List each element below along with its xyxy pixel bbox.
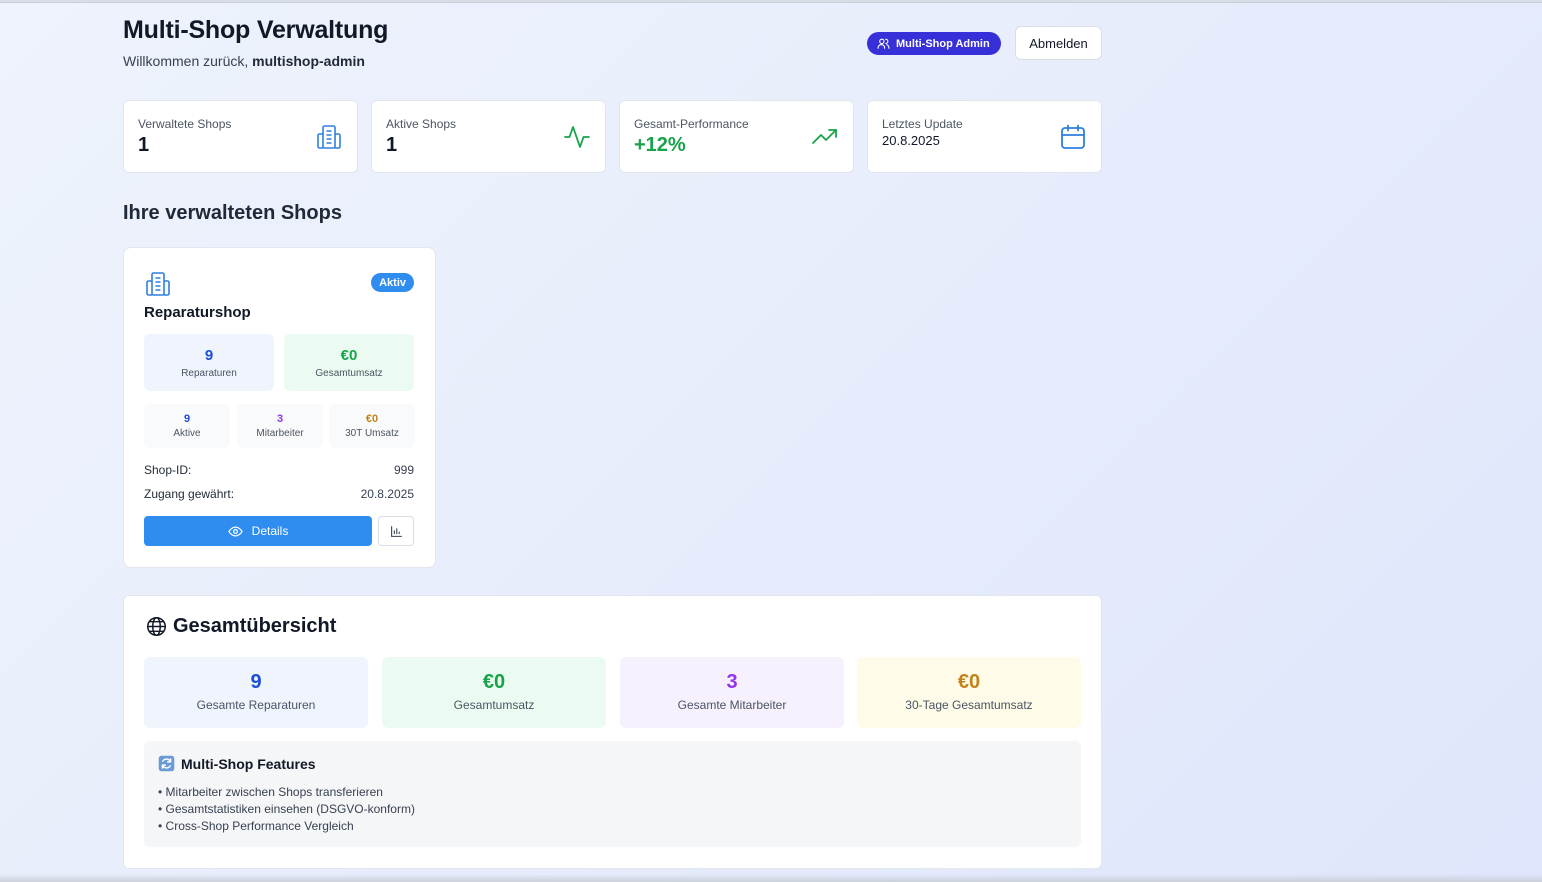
overview-title-text: Gesamtübersicht (173, 615, 337, 637)
total-repairs-box: 9 Gesamte Reparaturen (144, 657, 368, 728)
welcome-text: Willkommen zurück, multishop-admin (123, 53, 365, 69)
total-revenue-30d-value: €0 (957, 671, 981, 693)
eye-icon (227, 526, 243, 536)
revenue-30d-box: €0 30T Umsatz (329, 404, 415, 448)
stat-label: Verwaltete Shops (138, 117, 232, 131)
shop-id-value: 999 (393, 463, 414, 477)
stat-label: Gesamt-Performance (634, 117, 749, 131)
bottom-edge (0, 874, 1542, 882)
stat-card-last-update: Letztes Update 20.8.2025 (867, 100, 1102, 173)
stat-card-active-shops: Aktive Shops 1 (371, 100, 606, 173)
feature-item: • Gesamtstatistiken einsehen (DSGVO-konf… (158, 802, 415, 816)
revenue-box: €0 Gesamtumsatz (284, 334, 414, 391)
total-revenue-30d-label: 30-Tage Gesamtumsatz (905, 698, 1033, 712)
shop-name: Reparaturshop (144, 304, 251, 321)
stat-label: Aktive Shops (386, 117, 457, 131)
stat-label: Letztes Update (882, 117, 963, 131)
total-staff-value: 3 (726, 671, 738, 693)
features-title: Multi-Shop Features (158, 755, 316, 772)
role-badge: Multi-Shop Admin (867, 32, 1001, 55)
building-icon (146, 272, 170, 296)
bar-chart-icon (390, 525, 402, 537)
page-title: Multi-Shop Verwaltung (123, 16, 389, 44)
staff-label: Mitarbeiter (256, 428, 304, 439)
revenue-30d-value: €0 (365, 413, 379, 425)
page-header: Multi-Shop Verwaltung Willkommen zurück,… (123, 0, 1102, 100)
repairs-value: 9 (204, 347, 214, 364)
shop-id-label: Shop-ID: (144, 463, 192, 477)
stat-value: 1 (138, 134, 150, 156)
stats-row: Verwaltete Shops 1 Aktive Shops 1 Gesamt… (123, 100, 1102, 173)
overview-title: Gesamtübersicht (146, 615, 336, 638)
details-button[interactable]: Details (144, 516, 372, 546)
welcome-prefix: Willkommen zurück, (123, 53, 249, 69)
staff-box: 3 Mitarbeiter (237, 404, 323, 448)
active-box: 9 Aktive (144, 404, 230, 448)
active-label: Aktive (173, 428, 201, 439)
building-icon (317, 125, 341, 149)
staff-value: 3 (276, 413, 284, 425)
shop-card: Aktiv Reparaturshop 9 Reparaturen €0 Ges… (123, 247, 436, 568)
stat-value: 20.8.2025 (882, 133, 940, 148)
stat-card-managed-shops: Verwaltete Shops 1 (123, 100, 358, 173)
total-revenue-box: €0 Gesamtumsatz (382, 657, 606, 728)
total-repairs-value: 9 (250, 671, 262, 693)
stat-value: +12% (634, 134, 686, 156)
features-panel: Multi-Shop Features • Mitarbeiter zwisch… (144, 741, 1081, 847)
total-revenue-label: Gesamtumsatz (453, 698, 535, 712)
logout-button[interactable]: Abmelden (1015, 26, 1102, 60)
total-revenue-30d-box: €0 30-Tage Gesamtumsatz (857, 657, 1081, 728)
access-label: Zugang gewährt: (144, 487, 235, 501)
overview-panel: Gesamtübersicht 9 Gesamte Reparaturen €0… (123, 595, 1102, 869)
total-revenue-value: €0 (482, 671, 506, 693)
activity-icon (564, 126, 590, 148)
details-label: Details (251, 524, 289, 538)
active-value: 9 (183, 413, 191, 425)
feature-item: • Cross-Shop Performance Vergleich (158, 819, 354, 833)
section-title: Ihre verwalteten Shops (123, 202, 342, 224)
role-badge-label: Multi-Shop Admin (896, 37, 990, 50)
total-staff-label: Gesamte Mitarbeiter (677, 698, 787, 712)
username: multishop-admin (252, 53, 365, 69)
revenue-value: €0 (340, 347, 358, 364)
feature-item: • Mitarbeiter zwischen Shops transferier… (158, 785, 383, 799)
calendar-icon (1061, 124, 1085, 149)
stat-value: 1 (386, 134, 398, 156)
revenue-30d-label: 30T Umsatz (345, 428, 399, 439)
access-value: 20.8.2025 (360, 487, 414, 501)
stats-button[interactable] (378, 516, 414, 546)
repairs-label: Reparaturen (181, 368, 237, 379)
page-container: Multi-Shop Verwaltung Willkommen zurück,… (123, 0, 1102, 869)
stat-card-performance: Gesamt-Performance +12% (619, 100, 854, 173)
total-staff-box: 3 Gesamte Mitarbeiter (620, 657, 844, 728)
total-repairs-label: Gesamte Reparaturen (196, 698, 316, 712)
refresh-icon (158, 755, 175, 772)
features-title-text: Multi-Shop Features (181, 755, 316, 772)
status-badge: Aktiv (371, 273, 414, 292)
trending-up-icon (812, 129, 837, 144)
revenue-label: Gesamtumsatz (315, 368, 383, 379)
repairs-box: 9 Reparaturen (144, 334, 274, 391)
users-icon (877, 38, 890, 49)
globe-icon (147, 617, 166, 636)
